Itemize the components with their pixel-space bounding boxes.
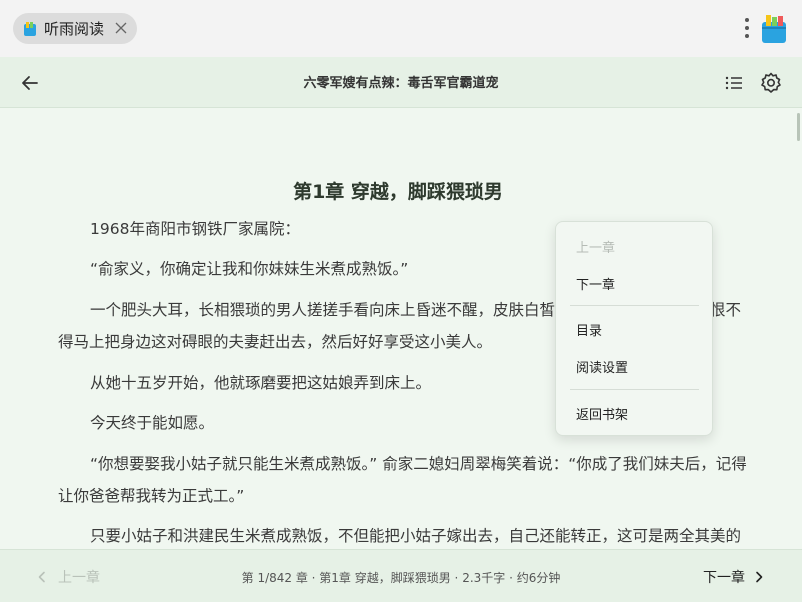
prev-chapter-label: 上一章 [58,570,100,586]
next-chapter-label: 下一章 [703,570,745,586]
book-icon [24,21,36,36]
paragraph: 只要小姑子和洪建民生米煮成熟饭，不但能把小姑子嫁出去，自己还能转正，这可是两全其… [90,527,742,545]
app-book-icon [762,15,786,43]
paragraph: “你想要娶我小姑子就只能生米煮成熟饭。” 俞家二媳妇周翠梅笑着说：“你成了我们妹… [58,455,747,505]
next-chapter-button[interactable]: 下一章 [703,567,765,587]
chevron-left-icon [38,571,45,583]
menu-item-prev-chapter[interactable]: 上一章 [576,237,615,256]
gear-icon[interactable] [759,71,783,95]
menu-item-bookshelf[interactable]: 返回书架 [576,404,628,423]
chapter-title: 第1章 穿越，脚踩猥琐男 [293,181,503,203]
menu-divider [570,389,699,390]
menu-divider [570,305,699,306]
menu-item-reading-settings[interactable]: 阅读设置 [576,357,628,376]
scrollbar[interactable] [797,113,800,141]
tab-title: 听雨阅读 [44,20,105,38]
browser-tab[interactable]: 听雨阅读 [13,13,137,44]
menu-item-toc[interactable]: 目录 [576,320,602,339]
chevron-right-icon [756,571,763,583]
book-title: 六零军嫂有点辣：毒舌军官霸道宠 [303,76,499,91]
context-menu: 上一章 下一章 目录 阅读设置 返回书架 [555,221,713,436]
reader-top-bar: 六零军嫂有点辣：毒舌军官霸道宠 [0,57,802,108]
vertical-dots-icon[interactable] [743,17,751,39]
prev-chapter-button[interactable]: 上一章 [36,567,100,587]
reader-bottom-bar: 上一章 第 1/842 章 · 第1章 穿越，脚踩猥琐男 · 2.3千字 · 约… [0,549,802,602]
reading-progress: 第 1/842 章 · 第1章 穿越，脚踩猥琐男 · 2.3千字 · 约6分钟 [241,571,561,585]
menu-item-next-chapter[interactable]: 下一章 [576,274,615,293]
title-bar: 听雨阅读 [0,0,802,57]
close-icon[interactable] [114,21,128,35]
arrow-left-icon[interactable] [19,72,41,94]
list-icon[interactable] [724,73,744,93]
